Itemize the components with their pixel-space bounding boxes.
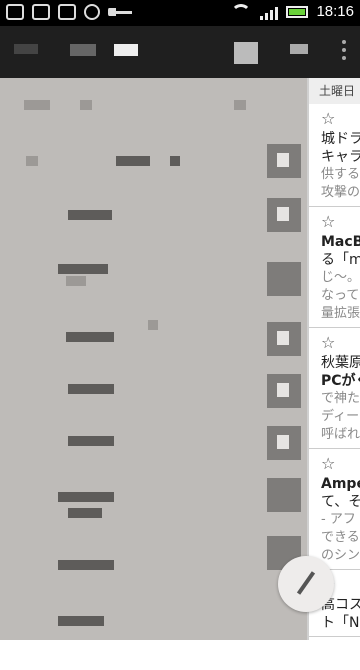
star-icon[interactable]: ☆ bbox=[321, 211, 360, 233]
folder-thumbnail bbox=[267, 374, 301, 408]
mail-snippet: 供する bbox=[321, 167, 360, 182]
drawer-row[interactable] bbox=[0, 78, 307, 140]
clock: 18:16 bbox=[316, 3, 354, 20]
row-label-pixels bbox=[116, 156, 150, 166]
mail-title: PCがく bbox=[321, 373, 360, 389]
mail-snippet: 攻撃の bbox=[321, 185, 360, 200]
title-block[interactable] bbox=[114, 44, 138, 56]
mail-snippet: なって bbox=[321, 288, 360, 303]
system-icons: 18:16 bbox=[230, 3, 354, 20]
mail-title: キャラ bbox=[321, 149, 360, 165]
star-icon[interactable]: ☆ bbox=[321, 332, 360, 354]
key-icon bbox=[108, 7, 132, 17]
account-name-block[interactable] bbox=[14, 44, 38, 54]
mail-snippet: 呼ばれ bbox=[321, 427, 360, 442]
mail-snippet: ディー bbox=[321, 409, 360, 424]
row-label-pixels bbox=[68, 210, 112, 220]
compose-button[interactable] bbox=[278, 556, 334, 612]
drawer-row[interactable] bbox=[0, 320, 307, 388]
overflow-menu-icon[interactable] bbox=[342, 40, 346, 64]
row-label-pixels bbox=[58, 560, 114, 570]
row-label-pixels bbox=[66, 276, 86, 286]
compose-icon[interactable] bbox=[290, 44, 308, 54]
mail-snippet: のシン bbox=[321, 548, 360, 563]
navigation-drawer bbox=[0, 78, 307, 640]
row-label-pixels bbox=[68, 508, 102, 518]
folder-thumbnail bbox=[267, 198, 301, 232]
mail-title: MacB bbox=[321, 234, 360, 250]
image-icon bbox=[58, 4, 76, 20]
search-icon[interactable] bbox=[234, 42, 258, 64]
drawer-row[interactable] bbox=[0, 262, 307, 326]
battery-icon bbox=[286, 5, 309, 18]
wifi-icon bbox=[230, 3, 252, 20]
row-label-pixels bbox=[58, 492, 114, 502]
date-header: 土曜日 bbox=[309, 78, 360, 104]
star-icon[interactable]: ☆ bbox=[321, 108, 360, 130]
notification-icons bbox=[6, 4, 132, 20]
folder-thumbnail bbox=[267, 262, 301, 296]
drawer-row[interactable] bbox=[0, 426, 307, 512]
mail-item[interactable]: ☆ MacB る「m じ〜。 なって 量拡張 bbox=[309, 207, 360, 328]
folder-thumbnail bbox=[267, 144, 301, 178]
drawer-row[interactable] bbox=[0, 140, 307, 202]
row-count-pixels bbox=[234, 100, 246, 110]
mail-title: 秋葉原 bbox=[321, 355, 360, 371]
landscape-notification-icon bbox=[6, 4, 24, 20]
star-icon[interactable]: ☆ bbox=[321, 453, 360, 475]
row-label-pixels bbox=[58, 264, 108, 274]
mail-item[interactable]: ☆ 城ドラ キャラ 供する 攻撃の bbox=[309, 104, 360, 207]
folder-thumbnail bbox=[267, 322, 301, 356]
mail-snippet: じ〜。 bbox=[321, 270, 360, 285]
mail-item[interactable]: ☆ 秋葉原 PCがく で神た ディー 呼ばれ bbox=[309, 328, 360, 449]
row-label-pixels bbox=[148, 320, 158, 330]
m-logo-icon bbox=[32, 4, 50, 20]
folder-name-block[interactable] bbox=[70, 44, 96, 56]
drawer-row[interactable] bbox=[0, 608, 307, 670]
mail-snippet: できる bbox=[321, 530, 360, 545]
row-label-pixels bbox=[170, 156, 180, 166]
row-label-pixels bbox=[58, 616, 104, 626]
status-bar: 18:16 bbox=[0, 0, 360, 26]
mail-item[interactable]: ☆ Ampe て、そ - アフ できる のシン bbox=[309, 449, 360, 570]
mail-title: て、そ bbox=[321, 494, 360, 510]
row-label-pixels bbox=[26, 156, 38, 166]
folder-thumbnail bbox=[267, 426, 301, 460]
drawer-row[interactable] bbox=[0, 478, 307, 574]
mail-snippet: - アフ bbox=[321, 512, 356, 527]
e-icon bbox=[84, 4, 100, 20]
drawer-row[interactable] bbox=[0, 374, 307, 450]
mail-list: 土曜日 ☆ 城ドラ キャラ 供する 攻撃の ☆ MacB る「m じ〜。 なって… bbox=[307, 78, 360, 640]
row-label-pixels bbox=[68, 384, 114, 394]
mail-title: Ampe bbox=[321, 476, 360, 492]
drawer-row[interactable] bbox=[0, 198, 307, 264]
row-label-pixels bbox=[66, 332, 114, 342]
action-bar bbox=[0, 26, 360, 78]
mail-snippet: で神た bbox=[321, 391, 360, 406]
mail-title: 城ドラ bbox=[321, 131, 360, 147]
mail-title: る「m bbox=[321, 252, 360, 268]
row-label-pixels bbox=[80, 100, 92, 110]
folder-thumbnail bbox=[267, 478, 301, 512]
row-label-pixels bbox=[24, 100, 50, 110]
row-label-pixels bbox=[68, 436, 114, 446]
signal-icon bbox=[260, 4, 279, 20]
mail-title: ト「N bbox=[321, 615, 360, 631]
mail-snippet: 量拡張 bbox=[321, 306, 360, 321]
